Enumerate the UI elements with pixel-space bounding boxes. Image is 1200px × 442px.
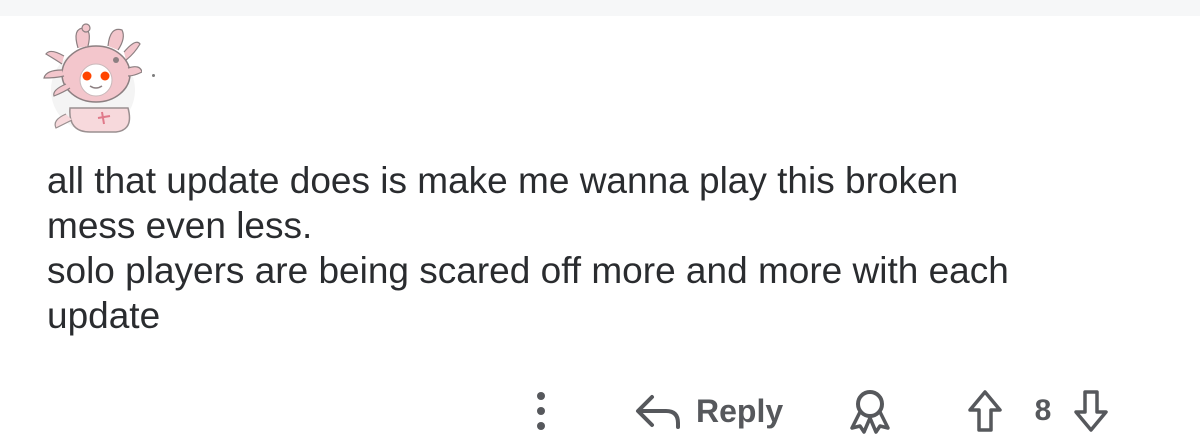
reply-label: Reply [696, 392, 784, 429]
more-options-button[interactable] [524, 388, 558, 434]
comment-action-bar: Reply 8 [0, 382, 1200, 438]
comment-body: all that update does is make me wanna pl… [47, 158, 1167, 338]
reply-arrow-icon [636, 395, 680, 429]
avatar-ear-right [107, 28, 124, 51]
user-avatar[interactable] [38, 16, 142, 134]
avatar-antenna-ball [81, 23, 91, 33]
avatar-body [69, 107, 131, 133]
avatar-gill-right-2 [127, 66, 142, 77]
comment-line: solo players are being scared off more a… [47, 250, 1009, 291]
avatar-eye-left [82, 71, 92, 81]
upvote-arrow-icon[interactable] [966, 388, 1004, 434]
avatar-eye-right [100, 71, 110, 81]
avatar-gill-right-1 [123, 41, 141, 61]
top-divider-bar [0, 0, 1200, 16]
reply-button[interactable]: Reply [632, 388, 783, 434]
comment-line: update [47, 295, 161, 336]
vote-count: 8 [1034, 394, 1052, 427]
comment-line: all that update does is make me wanna pl… [47, 160, 959, 201]
downvote-arrow-icon[interactable] [1072, 388, 1110, 434]
vertical-dots-icon [537, 392, 545, 400]
avatar-online-dot [152, 74, 155, 77]
avatar-gill-left-1 [45, 50, 65, 65]
comment-card: all that update does is make me wanna pl… [0, 16, 1200, 442]
avatar-gill-left-2 [43, 69, 65, 79]
comment-line: mess even less. [47, 205, 313, 246]
vertical-dots-icon [537, 422, 545, 430]
avatar-ear-dot [113, 57, 119, 63]
award-ribbon-icon[interactable] [846, 388, 894, 434]
vertical-dots-icon [537, 407, 545, 415]
avatar-face [79, 63, 113, 97]
